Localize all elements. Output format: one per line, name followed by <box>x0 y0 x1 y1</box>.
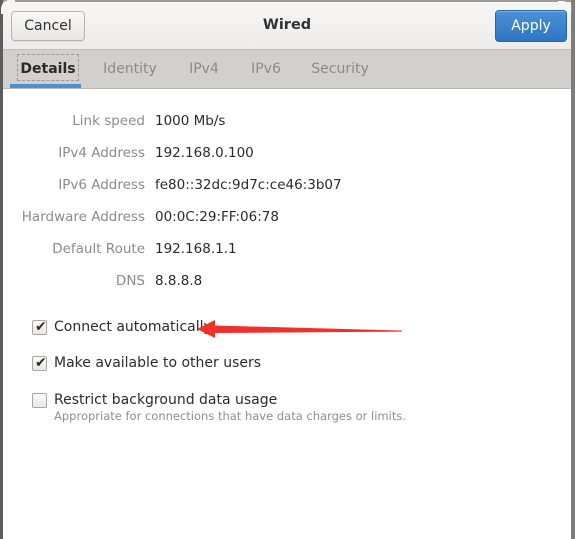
header-bar: Wired Cancel Apply <box>3 2 571 50</box>
detail-row: Default Route 192.168.1.1 <box>3 239 473 259</box>
detail-label: Hardware Address <box>21 209 145 225</box>
checkbox-unchecked[interactable] <box>32 393 47 408</box>
detail-row: Link speed 1000 Mb/s <box>3 111 473 131</box>
detail-row: IPv4 Address 192.168.0.100 <box>3 143 473 163</box>
tab-label: IPv6 <box>251 61 281 77</box>
tab-label: Identity <box>103 61 157 77</box>
option-label: Restrict background data usage <box>54 392 278 408</box>
checkmark-icon: ✔ <box>35 355 47 371</box>
detail-label: IPv6 Address <box>58 177 145 193</box>
detail-value: 8.8.8.8 <box>155 273 203 289</box>
detail-value: 00:0C:29:FF:06:78 <box>155 209 279 225</box>
tab-ipv6[interactable]: IPv6 <box>243 50 289 88</box>
tab-identity[interactable]: Identity <box>93 50 167 88</box>
option-label: Connect automatically <box>54 319 212 335</box>
tab-bar: Details Identity IPv4 IPv6 Security <box>3 50 571 89</box>
detail-label: Default Route <box>52 241 145 257</box>
detail-value: 192.168.0.100 <box>155 145 254 161</box>
detail-value: 1000 Mb/s <box>155 113 226 129</box>
apply-button[interactable]: Apply <box>495 10 567 42</box>
option-sublabel: Appropriate for connections that have da… <box>54 409 406 423</box>
details-panel: Link speed 1000 Mb/s IPv4 Address 192.168.0… <box>3 90 571 539</box>
checkbox-checked[interactable]: ✔ <box>32 355 47 371</box>
tab-label: Security <box>311 61 369 77</box>
tab-label: Details <box>20 61 76 77</box>
detail-label: IPv4 Address <box>58 145 145 161</box>
network-settings-window: Wired Cancel Apply Details Identity IPv4 IP… <box>0 0 587 539</box>
window-border-right <box>571 0 575 539</box>
tab-ipv4[interactable]: IPv4 <box>181 50 227 88</box>
tab-label: IPv4 <box>189 61 219 77</box>
checkmark-icon: ✔ <box>35 319 47 335</box>
detail-row: IPv6 Address fe80::32dc:9d7c:ce46:3b07 <box>3 175 473 195</box>
tab-details[interactable]: Details <box>15 50 81 88</box>
detail-value: 192.168.1.1 <box>155 241 237 257</box>
detail-label: DNS <box>115 273 145 289</box>
active-tab-underline <box>10 84 81 88</box>
detail-label: Link speed <box>72 113 145 129</box>
cancel-button[interactable]: Cancel <box>11 11 85 41</box>
option-label: Make available to other users <box>54 355 262 371</box>
detail-row: Hardware Address 00:0C:29:FF:06:78 <box>3 207 473 227</box>
detail-row: DNS 8.8.8.8 <box>3 271 473 291</box>
detail-value: fe80::32dc:9d7c:ce46:3b07 <box>155 177 342 193</box>
window-title: Wired <box>262 17 312 33</box>
checkbox-checked[interactable]: ✔ <box>32 319 47 335</box>
tab-security[interactable]: Security <box>303 50 377 88</box>
